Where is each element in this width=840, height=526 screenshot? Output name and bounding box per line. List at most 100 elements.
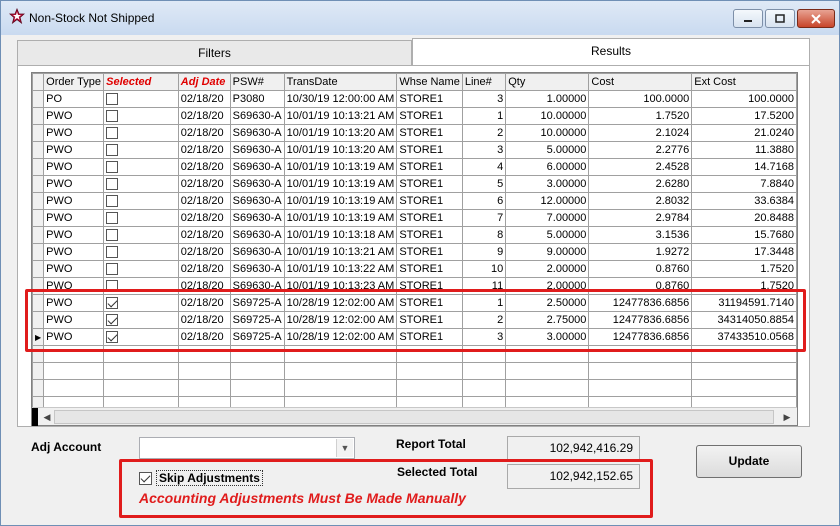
- empty-cell: [396, 379, 463, 397]
- row-checkbox[interactable]: [106, 127, 119, 140]
- col-psw[interactable]: PSW#: [229, 73, 285, 91]
- maximize-button[interactable]: [765, 9, 795, 28]
- minimize-button[interactable]: [733, 9, 763, 28]
- table-row[interactable]: PWO 02/18/20 S69630-A 10/01/19 10:13:19 AM S…: [32, 192, 797, 210]
- adj-date-cell: 02/18/20: [177, 90, 231, 108]
- empty-cell: [43, 396, 105, 407]
- row-selector[interactable]: [32, 107, 45, 125]
- adj-date-cell: 02/18/20: [177, 243, 231, 261]
- empty-cell: [177, 362, 231, 380]
- row-checkbox[interactable]: [106, 263, 119, 276]
- table-row[interactable]: PWO 02/18/20 S69630-A 10/01/19 10:13:19 AM S…: [32, 209, 797, 227]
- row-checkbox[interactable]: [106, 144, 119, 157]
- row-selector[interactable]: [32, 90, 45, 108]
- col-line[interactable]: Line#: [461, 73, 507, 91]
- line-cell: 2: [461, 124, 507, 142]
- selected-cell[interactable]: [103, 107, 179, 125]
- selected-cell[interactable]: [103, 158, 179, 176]
- table-row[interactable]: PWO 02/18/20 S69630-A 10/01/19 10:13:22 AM S…: [32, 260, 797, 278]
- scrollbar-thumb[interactable]: [54, 410, 774, 424]
- empty-row: [32, 396, 797, 407]
- ext-cost-cell: 20.8488: [691, 209, 797, 227]
- transdate-cell: 10/01/19 10:13:19 AM: [283, 192, 398, 210]
- table-row[interactable]: PWO 02/18/20 S69630-A 10/01/19 10:13:20 AM S…: [32, 141, 797, 159]
- row-selector[interactable]: [32, 243, 45, 261]
- psw-cell: S69630-A: [229, 124, 285, 142]
- empty-cell: [396, 396, 463, 407]
- line-cell: 6: [461, 192, 507, 210]
- row-selector[interactable]: [32, 124, 45, 142]
- row-selector[interactable]: [32, 192, 45, 210]
- empty-cell: [32, 362, 45, 380]
- row-selector[interactable]: [32, 175, 45, 193]
- scroll-left-edge: [32, 408, 38, 426]
- col-order-type[interactable]: Order Type: [43, 73, 105, 91]
- col-adj-date[interactable]: Adj Date: [177, 73, 231, 91]
- line-cell: 3: [461, 141, 507, 159]
- skip-adjustments-checkbox[interactable]: Skip Adjustments: [139, 469, 263, 487]
- col-whse-name[interactable]: Whse Name: [396, 73, 463, 91]
- table-row[interactable]: PWO 02/18/20 S69630-A 10/01/19 10:13:20 AM S…: [32, 124, 797, 142]
- selected-cell[interactable]: [103, 192, 179, 210]
- col-cost[interactable]: Cost: [588, 73, 693, 91]
- table-row[interactable]: PWO 02/18/20 S69630-A 10/01/19 10:13:19 AM S…: [32, 158, 797, 176]
- chevron-down-icon[interactable]: ▼: [336, 439, 353, 457]
- empty-cell: [588, 362, 693, 380]
- scroll-left-arrow-icon[interactable]: ◀: [40, 410, 54, 424]
- selected-cell[interactable]: [103, 260, 179, 278]
- ext-cost-cell: 100.0000: [691, 90, 797, 108]
- row-selector[interactable]: [32, 209, 45, 227]
- selected-cell[interactable]: [103, 226, 179, 244]
- selected-cell[interactable]: [103, 90, 179, 108]
- empty-cell: [505, 379, 590, 397]
- row-selector[interactable]: [32, 158, 45, 176]
- update-button[interactable]: Update: [696, 445, 802, 478]
- transdate-cell: 10/30/19 12:00:00 AM: [283, 90, 398, 108]
- qty-cell: 10.00000: [505, 107, 590, 125]
- row-checkbox[interactable]: [106, 110, 119, 123]
- row-checkbox[interactable]: [106, 161, 119, 174]
- col-qty[interactable]: Qty: [505, 73, 590, 91]
- row-checkbox[interactable]: [106, 178, 119, 191]
- table-row[interactable]: PO 02/18/20 P3080 10/30/19 12:00:00 AM STORE…: [32, 90, 797, 108]
- adj-account-combo[interactable]: ▼: [139, 437, 355, 459]
- col-transdate[interactable]: TransDate: [283, 73, 398, 91]
- cost-cell: 2.6280: [588, 175, 693, 193]
- row-checkbox[interactable]: [106, 246, 119, 259]
- cost-cell: 2.9784: [588, 209, 693, 227]
- line-cell: 1: [461, 107, 507, 125]
- checkbox-icon[interactable]: [139, 471, 152, 485]
- row-selector[interactable]: [32, 226, 45, 244]
- row-selector[interactable]: [32, 141, 45, 159]
- psw-cell: S69630-A: [229, 107, 285, 125]
- empty-cell: [588, 396, 693, 407]
- order-type-cell: PWO: [43, 209, 105, 227]
- selected-cell[interactable]: [103, 175, 179, 193]
- table-row[interactable]: PWO 02/18/20 S69630-A 10/01/19 10:13:19 AM S…: [32, 175, 797, 193]
- selected-cell[interactable]: [103, 124, 179, 142]
- col-selected[interactable]: Selected: [103, 73, 179, 91]
- row-checkbox[interactable]: [106, 212, 119, 225]
- results-grid[interactable]: Order Type Selected Adj Date PSW# TransD…: [31, 72, 798, 426]
- star-app-icon: [9, 8, 25, 24]
- tab-results[interactable]: Results: [412, 38, 810, 66]
- row-checkbox[interactable]: [106, 229, 119, 242]
- horizontal-scrollbar[interactable]: ◀ ▶: [32, 407, 797, 426]
- empty-cell: [691, 396, 797, 407]
- empty-cell: [32, 379, 45, 397]
- selected-cell[interactable]: [103, 141, 179, 159]
- qty-cell: 5.00000: [505, 226, 590, 244]
- selected-cell[interactable]: [103, 243, 179, 261]
- table-row[interactable]: PWO 02/18/20 S69630-A 10/01/19 10:13:21 AM S…: [32, 107, 797, 125]
- row-checkbox[interactable]: [106, 93, 119, 106]
- scroll-right-arrow-icon[interactable]: ▶: [780, 410, 794, 424]
- col-ext-cost[interactable]: Ext Cost: [691, 73, 797, 91]
- row-checkbox[interactable]: [106, 195, 119, 208]
- psw-cell: S69630-A: [229, 158, 285, 176]
- tab-filters[interactable]: Filters: [17, 40, 412, 66]
- close-button[interactable]: [797, 9, 835, 28]
- selected-cell[interactable]: [103, 209, 179, 227]
- row-selector[interactable]: [32, 260, 45, 278]
- table-row[interactable]: PWO 02/18/20 S69630-A 10/01/19 10:13:18 AM S…: [32, 226, 797, 244]
- table-row[interactable]: PWO 02/18/20 S69630-A 10/01/19 10:13:21 AM S…: [32, 243, 797, 261]
